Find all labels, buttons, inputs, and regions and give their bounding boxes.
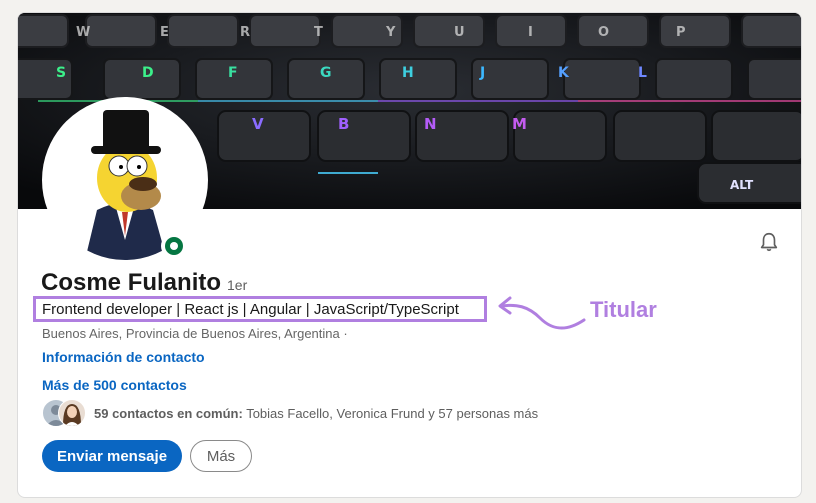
svg-text:B: B	[338, 115, 349, 133]
profile-location: Buenos Aires, Provincia de Buenos Aires,…	[42, 326, 348, 341]
mutual-avatars	[42, 399, 88, 427]
svg-text:D: D	[142, 65, 154, 81]
send-message-button[interactable]: Enviar mensaje	[42, 440, 182, 472]
profile-headline: Frontend developer | React js | Angular …	[33, 296, 487, 322]
connection-degree: 1er	[227, 277, 248, 293]
connections-link[interactable]: Más de 500 contactos	[42, 377, 187, 393]
svg-text:S: S	[56, 65, 66, 81]
key-letter: I	[528, 25, 533, 40]
svg-text:M: M	[512, 115, 527, 133]
annotation-label: Titular	[590, 297, 657, 322]
svg-text:ALT: ALT	[730, 178, 754, 192]
mutual-count: 59 contactos en común:	[94, 405, 243, 421]
key-letter: O	[598, 25, 609, 40]
mutual-text: 59 contactos en común: Tobias Facello, V…	[94, 406, 538, 421]
svg-text:G: G	[320, 65, 332, 81]
key-letter: Y	[385, 25, 396, 40]
profile-name: Cosme Fulanito	[41, 269, 222, 296]
svg-text:F: F	[228, 65, 238, 81]
svg-text:K: K	[558, 65, 570, 81]
bell-icon[interactable]	[758, 231, 780, 253]
key-letter: P	[676, 25, 686, 40]
key-letter: T	[314, 25, 323, 40]
svg-text:N: N	[424, 115, 437, 133]
annotation-arrow-icon	[498, 296, 586, 330]
mutual-names: Tobias Facello, Veronica Frund y 57 pers…	[242, 405, 539, 421]
online-status-icon	[161, 233, 187, 259]
mutual-avatar	[58, 399, 86, 427]
svg-text:V: V	[252, 115, 264, 133]
profile-card: W E R T Y U I O P S D F G H J K L V B N …	[17, 12, 802, 498]
svg-text:L: L	[638, 65, 647, 81]
name-row: Cosme Fulanito 1er	[41, 269, 247, 297]
svg-text:H: H	[402, 65, 414, 81]
key-letter: U	[454, 25, 465, 40]
contact-info-link[interactable]: Información de contacto	[42, 349, 205, 365]
svg-text:J: J	[479, 65, 485, 81]
key-letter: E	[160, 25, 169, 40]
headline-text: Frontend developer | React js | Angular …	[42, 300, 459, 318]
more-button[interactable]: Más	[190, 440, 252, 472]
mutual-connections[interactable]: 59 contactos en común: Tobias Facello, V…	[42, 399, 538, 427]
key-letter: W	[76, 25, 90, 40]
key-letter: R	[240, 25, 250, 40]
